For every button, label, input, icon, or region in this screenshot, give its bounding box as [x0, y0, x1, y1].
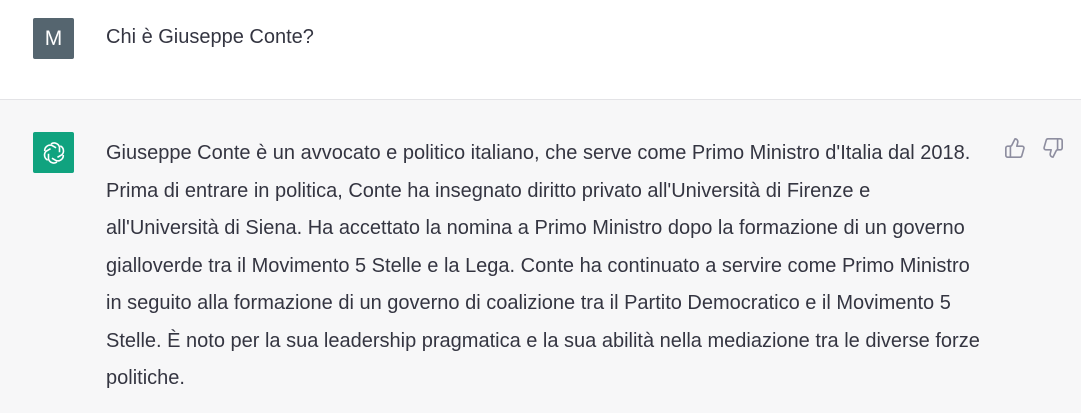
- thumbs-up-icon: [1005, 138, 1025, 158]
- user-avatar-letter: M: [44, 26, 63, 50]
- scrollbar-track[interactable]: [1081, 0, 1092, 413]
- chat-thread: M Chi è Giuseppe Conte? Giuseppe Conte è…: [0, 0, 1092, 413]
- thumbs-up-button[interactable]: [1003, 136, 1027, 160]
- thumbs-down-button[interactable]: [1041, 136, 1065, 160]
- assistant-message-text: Giuseppe Conte è un avvocato e politico …: [106, 142, 980, 389]
- feedback-buttons: [1003, 136, 1065, 160]
- thumbs-down-icon: [1043, 138, 1063, 158]
- openai-logo-icon: [33, 132, 74, 173]
- user-avatar: M: [33, 18, 74, 59]
- user-message-row: M Chi è Giuseppe Conte?: [0, 0, 1081, 100]
- assistant-message-row: Giuseppe Conte è un avvocato e politico …: [0, 100, 1081, 413]
- user-message-text: Chi è Giuseppe Conte?: [106, 26, 314, 48]
